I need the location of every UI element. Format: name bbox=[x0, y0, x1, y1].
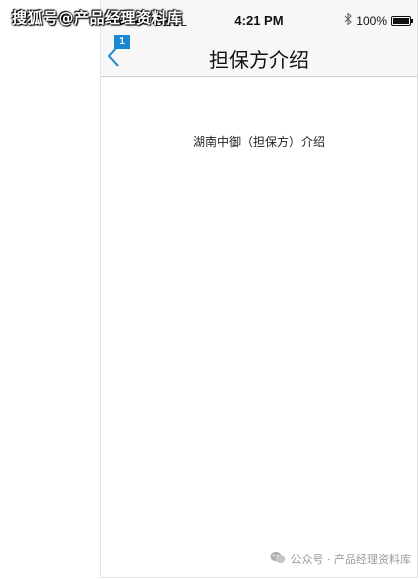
page-title: 担保方介绍 bbox=[209, 48, 309, 72]
battery-percent: 100% bbox=[356, 13, 387, 28]
watermark-bottom-text: 公众号 · 产品经理资料库 bbox=[290, 553, 412, 566]
intro-text: 湖南中御（担保方）介绍 bbox=[192, 135, 325, 149]
wechat-icon bbox=[270, 551, 286, 567]
status-right: 100% bbox=[344, 12, 413, 28]
notification-badge: 1 bbox=[114, 35, 130, 49]
watermark-bottom: 公众号 · 产品经理资料库 bbox=[270, 551, 412, 567]
battery-icon bbox=[391, 15, 413, 26]
watermark-top: 搜狐号@产品经理资料库 bbox=[12, 9, 183, 27]
bluetooth-icon bbox=[344, 12, 353, 28]
phone-screen: ●●●●○ BELL 4:21 PM 100% 担保方介绍 1 湖南中御（担保方… bbox=[100, 0, 418, 578]
nav-bar: 担保方介绍 bbox=[101, 40, 417, 77]
